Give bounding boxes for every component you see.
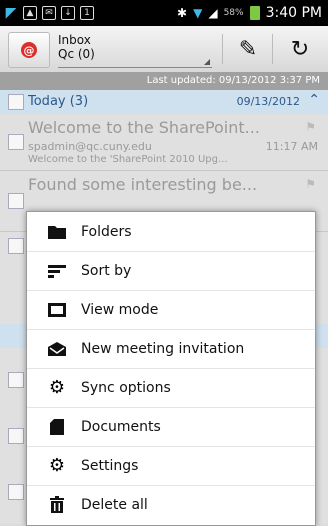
sort-icon [47,261,67,281]
toolbar-divider [272,34,273,64]
menu-item-label: Delete all [81,496,148,513]
account-name: Inbox [58,33,91,47]
battery-icon [249,6,260,20]
menu-item-label: Sort by [81,262,132,279]
mail-checkbox[interactable] [8,484,24,500]
mail-subject: Found some interesting be... [28,175,258,194]
menu-item-label: Folders [81,223,132,240]
clock: 3:40 PM [265,5,322,21]
group-date: 09/13/2012 [236,95,300,108]
mailbox-name: Qc (0) [58,47,95,61]
mail-checkbox[interactable] [8,238,24,254]
compose-icon: ✎ [238,36,258,62]
gear-icon: ⚙ [48,455,66,476]
menu-item-label: Sync options [81,379,171,396]
flag-icon[interactable]: ⚑ [305,177,316,191]
mail-checkbox[interactable] [8,428,24,444]
mail-notification-icon: ✉ [42,6,56,20]
account-selector[interactable]: Inbox Qc (0) [58,33,212,68]
envelope-icon [47,339,67,359]
group-checkbox[interactable] [8,94,24,110]
refresh-icon: ↻ [290,36,310,62]
menu-item-label: New meeting invitation [81,340,245,357]
download-notification-icon: ↓ [61,6,75,20]
battery-percent: 58% [223,8,244,18]
title-bar: @ Inbox Qc (0) ✎ ↻ [0,26,328,73]
dropdown-arrow-icon [204,59,210,65]
chevron-up-icon[interactable]: ⌃ [308,92,320,108]
mail-checkbox[interactable] [8,134,24,150]
menu-item-sync-options[interactable]: ⚙ Sync options [27,368,315,408]
gear-icon: ⚙ [48,377,66,398]
gallery-notification-icon: ▲ [23,6,37,20]
menu-item-settings[interactable]: ⚙ Settings [27,446,315,486]
trash-icon [47,495,67,515]
compose-button[interactable]: ✎ [228,34,268,64]
options-menu: Folders Sort by View mode New meeting in… [26,211,316,526]
bluetooth-icon: ✱ [177,6,188,20]
menu-item-view-mode[interactable]: View mode [27,290,315,330]
menu-item-label: Settings [81,457,139,474]
date-group-header[interactable]: Today (3) 09/13/2012 ⌃ [0,90,328,114]
mail-checkbox[interactable] [8,372,24,388]
wifi-signal-icon: ▼ [193,6,203,20]
last-updated: Last updated: 09/13/2012 3:37 PM [0,72,328,90]
menu-item-documents[interactable]: Documents [27,407,315,447]
wifi-icon: ◤ [5,5,17,21]
group-label: Today (3) [28,94,89,109]
document-icon [47,417,67,437]
view-mode-icon [47,300,67,320]
menu-item-delete-all[interactable]: Delete all [27,485,315,524]
refresh-button[interactable]: ↻ [280,34,320,64]
signal-icon: ◢ [208,6,218,20]
toolbar-divider [222,34,223,64]
mail-sender: spadmin@qc.cuny.edu [28,140,152,153]
status-bar: ◤ ▲ ✉ ↓ 1 ✱ ▼ ◢ 58% 3:40 PM [0,0,328,26]
menu-item-label: Documents [81,418,161,435]
mail-checkbox[interactable] [8,193,24,209]
folder-icon [47,222,67,242]
calendar-notification-icon: 1 [80,6,94,20]
menu-item-label: View mode [81,301,159,318]
mail-time: 11:17 AM [265,140,318,153]
flag-icon[interactable]: ⚑ [305,120,316,134]
menu-item-sort-by[interactable]: Sort by [27,251,315,291]
mail-item[interactable]: Welcome to the SharePoint... ⚑ spadmin@q… [0,114,328,171]
menu-item-folders[interactable]: Folders [27,212,315,252]
menu-item-new-meeting-invitation[interactable]: New meeting invitation [27,329,315,369]
mail-subject: Welcome to the SharePoint... [28,118,260,137]
mail-preview: Welcome to the 'SharePoint 2010 Upg... [28,154,228,165]
email-app-icon[interactable]: @ [8,32,50,68]
